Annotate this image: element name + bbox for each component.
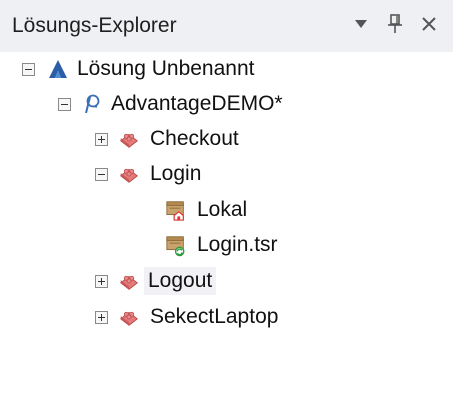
action-icon [118,270,140,292]
panel-title: Lösungs-Explorer [12,14,177,37]
solution-explorer-panel: Lösungs-Explorer Lösung Unbenannt Advant… [0,0,453,394]
solution-icon [47,58,69,80]
dropdown-button[interactable] [349,12,373,36]
action-icon [118,163,140,185]
collapse-toggle[interactable] [95,167,108,181]
tree-node-lokal[interactable]: Lokal [165,193,251,227]
tree-node-login[interactable]: Login [95,157,205,191]
tree-label: Logout [144,267,217,295]
close-icon [422,17,436,31]
tree-node-solution[interactable]: Lösung Unbenannt [22,52,259,86]
caret-down-icon [355,20,367,28]
tree-label: Login [150,162,202,185]
header-buttons [349,12,441,36]
tree-label: SekectLaptop [150,305,279,328]
action-icon [118,128,140,150]
tree-label: Checkout [150,127,239,150]
panel-header: Lösungs-Explorer [0,0,453,52]
action-icon [118,306,140,328]
tree-label: Lokal [197,198,248,221]
tree-node-project[interactable]: AdvantageDEMO* [58,87,287,121]
project-icon [81,93,103,115]
tree-node-checkout[interactable]: Checkout [95,122,243,156]
expand-toggle[interactable] [95,274,108,288]
tree-label: Login.tsr [197,233,278,256]
collapse-toggle[interactable] [58,97,71,111]
tree-label: Lösung Unbenannt [77,57,255,80]
expand-toggle[interactable] [95,132,108,146]
pin-icon [388,14,402,33]
tree-node-logout[interactable]: Logout [95,264,217,298]
collapse-toggle[interactable] [22,62,35,76]
pin-button[interactable] [383,12,407,36]
local-repository-icon [165,199,187,221]
expand-toggle[interactable] [95,310,108,324]
shared-repository-icon [165,234,187,257]
close-button[interactable] [417,12,441,36]
tree-node-sekectlaptop[interactable]: SekectLaptop [95,300,282,334]
tree-node-login-tsr[interactable]: Login.tsr [165,228,282,262]
tree-label: AdvantageDEMO* [111,92,283,115]
